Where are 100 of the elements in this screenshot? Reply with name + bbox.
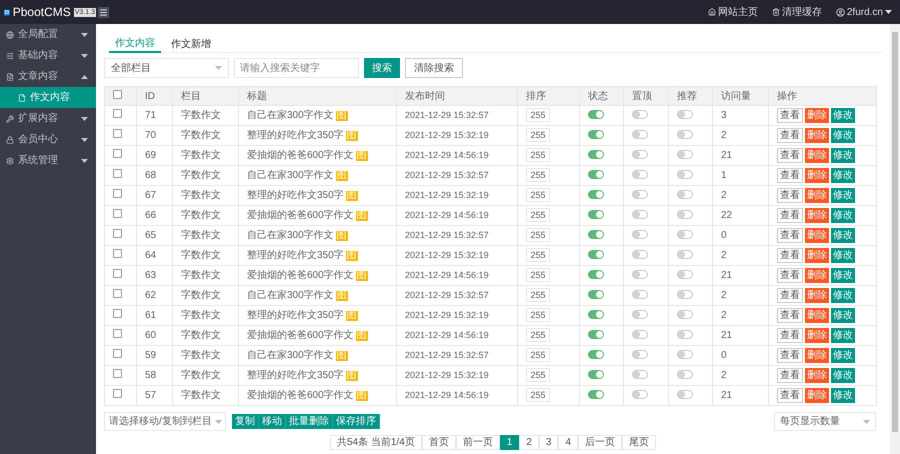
per-page-select[interactable]: 每页显示数量 xyxy=(774,412,876,431)
edit-button[interactable]: 修改 xyxy=(831,128,855,143)
delete-button[interactable]: 删除 xyxy=(805,148,829,163)
sidebar-item[interactable]: 文章内容 xyxy=(0,66,96,87)
toggle-switch[interactable] xyxy=(632,170,648,179)
edit-button[interactable]: 修改 xyxy=(831,348,855,363)
pagination-button[interactable]: 1 xyxy=(500,435,520,450)
view-button[interactable]: 查看 xyxy=(777,208,803,223)
delete-button[interactable]: 删除 xyxy=(805,328,829,343)
toggle-switch[interactable] xyxy=(677,190,693,199)
view-button[interactable]: 查看 xyxy=(777,148,803,163)
title-link[interactable]: 爱抽烟的爸爸600字作文 xyxy=(247,328,354,343)
title-link[interactable]: 整理的好吃作文350字 xyxy=(247,248,344,263)
delete-button[interactable]: 删除 xyxy=(805,268,829,283)
toggle-switch[interactable] xyxy=(632,310,648,319)
title-link[interactable]: 自己在家300字作文 xyxy=(247,228,334,243)
delete-button[interactable]: 删除 xyxy=(805,208,829,223)
toggle-switch[interactable] xyxy=(677,110,693,119)
view-button[interactable]: 查看 xyxy=(777,388,803,403)
toggle-switch[interactable] xyxy=(632,370,648,379)
checkbox[interactable] xyxy=(113,329,122,338)
delete-button[interactable]: 删除 xyxy=(805,288,829,303)
checkbox[interactable] xyxy=(113,209,122,218)
sort-field[interactable]: 255 xyxy=(526,308,550,322)
pagination-button[interactable]: 3 xyxy=(538,435,558,450)
pagination-button[interactable]: 2 xyxy=(519,435,539,450)
edit-button[interactable]: 修改 xyxy=(831,368,855,383)
edit-button[interactable]: 修改 xyxy=(831,268,855,283)
toggle-switch[interactable] xyxy=(677,310,693,319)
edit-button[interactable]: 修改 xyxy=(831,168,855,183)
edit-button[interactable]: 修改 xyxy=(831,308,855,323)
toggle-switch[interactable] xyxy=(632,390,648,399)
pagination-button[interactable]: 后一页 xyxy=(578,435,622,450)
title-link[interactable]: 爱抽烟的爸爸600字作文 xyxy=(247,208,354,223)
sidebar-subitem[interactable]: 作文内容 xyxy=(0,87,96,108)
view-button[interactable]: 查看 xyxy=(777,108,803,123)
toggle-switch[interactable] xyxy=(588,250,604,259)
target-category-select[interactable]: 请选择移动/复制到栏目 xyxy=(104,412,226,431)
toggle-switch[interactable] xyxy=(588,290,604,299)
scrollbar[interactable] xyxy=(890,24,900,454)
bulk-action-button[interactable]: 移动 xyxy=(259,414,286,429)
title-link[interactable]: 整理的好吃作文350字 xyxy=(247,308,344,323)
view-button[interactable]: 查看 xyxy=(777,308,803,323)
delete-button[interactable]: 删除 xyxy=(805,368,829,383)
title-link[interactable]: 爱抽烟的爸爸600字作文 xyxy=(247,388,354,403)
toggle-switch[interactable] xyxy=(677,210,693,219)
view-button[interactable]: 查看 xyxy=(777,328,803,343)
toggle-switch[interactable] xyxy=(588,330,604,339)
sort-field[interactable]: 255 xyxy=(526,268,550,282)
toggle-switch[interactable] xyxy=(677,330,693,339)
user-menu[interactable]: 2furd.cn xyxy=(836,4,892,20)
view-button[interactable]: 查看 xyxy=(777,368,803,383)
pagination-button[interactable]: 尾页 xyxy=(622,435,656,450)
toggle-switch[interactable] xyxy=(632,210,648,219)
delete-button[interactable]: 删除 xyxy=(805,348,829,363)
view-button[interactable]: 查看 xyxy=(777,228,803,243)
title-link[interactable]: 整理的好吃作文350字 xyxy=(247,128,344,143)
toggle-switch[interactable] xyxy=(677,250,693,259)
toggle-switch[interactable] xyxy=(677,230,693,239)
checkbox[interactable] xyxy=(113,189,122,198)
view-button[interactable]: 查看 xyxy=(777,348,803,363)
sidebar-item[interactable]: 会员中心 xyxy=(0,129,96,150)
delete-button[interactable]: 删除 xyxy=(805,108,829,123)
toggle-switch[interactable] xyxy=(677,270,693,279)
checkbox[interactable] xyxy=(113,289,122,298)
sort-field[interactable]: 255 xyxy=(526,168,550,182)
menu-toggle-button[interactable] xyxy=(98,6,109,18)
checkbox[interactable] xyxy=(113,229,122,238)
checkbox[interactable] xyxy=(113,249,122,258)
toggle-switch[interactable] xyxy=(632,270,648,279)
title-link[interactable]: 整理的好吃作文350字 xyxy=(247,188,344,203)
view-button[interactable]: 查看 xyxy=(777,248,803,263)
sort-field[interactable]: 255 xyxy=(526,228,550,242)
view-button[interactable]: 查看 xyxy=(777,268,803,283)
toggle-switch[interactable] xyxy=(632,110,648,119)
toggle-switch[interactable] xyxy=(632,290,648,299)
sidebar-item[interactable]: 扩展内容 xyxy=(0,108,96,129)
delete-button[interactable]: 删除 xyxy=(805,228,829,243)
edit-button[interactable]: 修改 xyxy=(831,108,855,123)
edit-button[interactable]: 修改 xyxy=(831,208,855,223)
toggle-switch[interactable] xyxy=(677,150,693,159)
view-button[interactable]: 查看 xyxy=(777,128,803,143)
search-field[interactable]: 请输入搜索关键字 xyxy=(234,58,359,78)
toggle-switch[interactable] xyxy=(588,270,604,279)
delete-button[interactable]: 删除 xyxy=(805,168,829,183)
toggle-switch[interactable] xyxy=(588,350,604,359)
checkbox[interactable] xyxy=(113,389,122,398)
toggle-switch[interactable] xyxy=(677,130,693,139)
toggle-switch[interactable] xyxy=(632,230,648,239)
sidebar-item[interactable]: 基础内容 xyxy=(0,45,96,66)
tab[interactable]: 作文内容 xyxy=(109,36,161,53)
toggle-switch[interactable] xyxy=(588,210,604,219)
edit-button[interactable]: 修改 xyxy=(831,228,855,243)
toggle-switch[interactable] xyxy=(588,310,604,319)
toggle-switch[interactable] xyxy=(632,130,648,139)
edit-button[interactable]: 修改 xyxy=(831,388,855,403)
edit-button[interactable]: 修改 xyxy=(831,328,855,343)
header-link[interactable]: 清理缓存 xyxy=(772,4,822,20)
toggle-switch[interactable] xyxy=(588,150,604,159)
edit-button[interactable]: 修改 xyxy=(831,188,855,203)
